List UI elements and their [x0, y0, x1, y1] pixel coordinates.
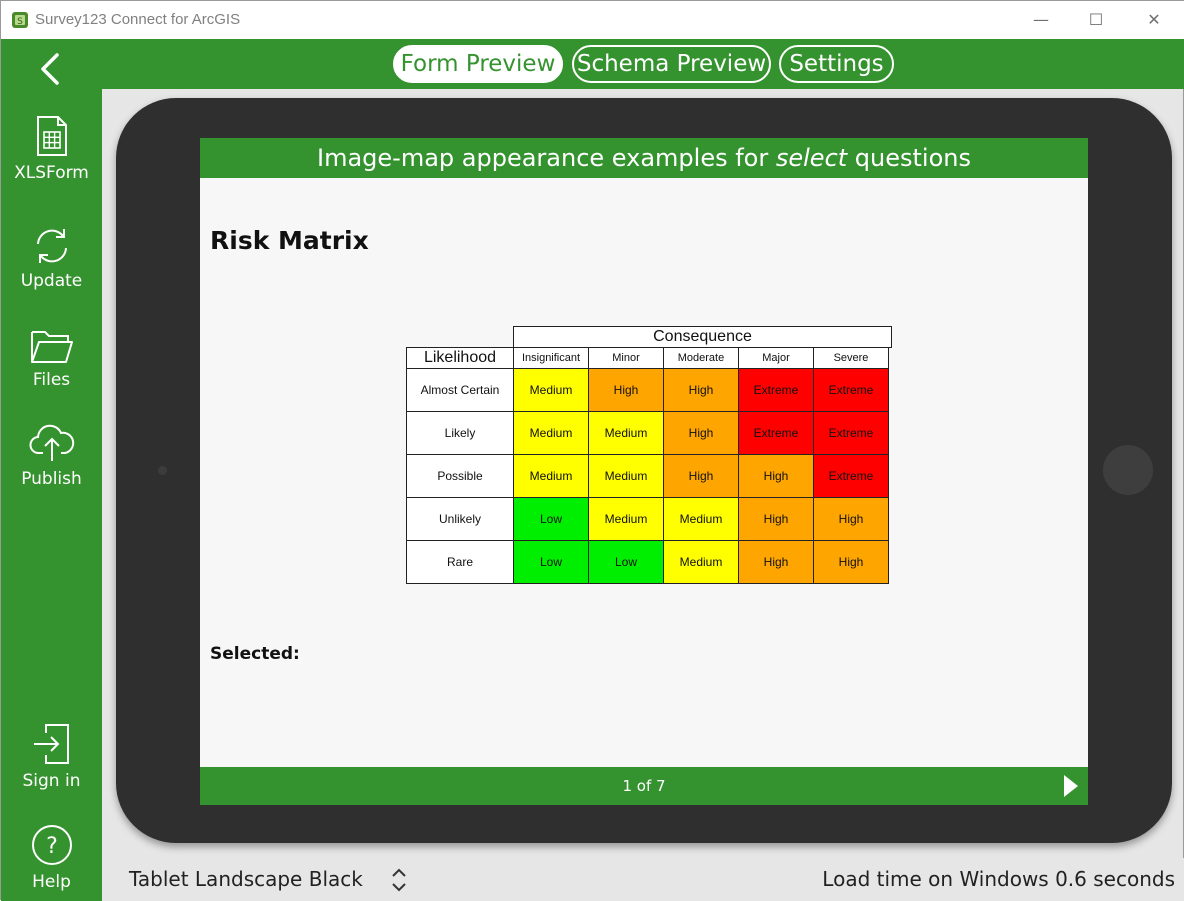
folder-icon [30, 331, 73, 363]
sidebar-label-xlsform: XLSForm [14, 163, 89, 183]
form-title-part-1: Image-map appearance examples for [317, 144, 776, 172]
risk-cell-medium[interactable]: Medium [588, 454, 664, 498]
sidebar-label-update: Update [20, 271, 83, 291]
sidebar-item-help[interactable]: ? Help [1, 824, 102, 892]
risk-cell-high[interactable]: High [813, 540, 889, 584]
next-page-icon[interactable] [1060, 773, 1082, 799]
back-arrow-icon[interactable] [31, 49, 71, 89]
sidebar-label-publish: Publish [21, 469, 82, 489]
sidebar: XLSForm Update Files Publish Sign in ? H… [1, 89, 102, 901]
risk-cell-high[interactable]: High [663, 454, 739, 498]
risk-matrix-image-map[interactable]: Consequence Likelihood Insignificant Mino… [406, 326, 892, 586]
risk-cell-extreme[interactable]: Extreme [813, 454, 889, 498]
app-window: S Survey123 Connect for ArcGIS — ☐ ✕ For… [0, 0, 1184, 901]
risk-cell-low[interactable]: Low [588, 540, 664, 584]
sidebar-label-help: Help [32, 872, 71, 892]
risk-cell-medium[interactable]: Medium [513, 411, 589, 455]
risk-cell-high[interactable]: High [738, 540, 814, 584]
risk-cell-low[interactable]: Low [513, 540, 589, 584]
risk-cell-medium[interactable]: Medium [663, 497, 739, 541]
page-indicator: 1 of 7 [622, 777, 666, 795]
svg-text:?: ? [46, 834, 58, 859]
likelihood-row-header: Rare [406, 540, 514, 584]
sidebar-label-sign-in: Sign in [22, 771, 81, 791]
tab-schema-preview[interactable]: Schema Preview [572, 45, 771, 83]
risk-cell-extreme[interactable]: Extreme [738, 411, 814, 455]
window-title: Survey123 Connect for ArcGIS [35, 11, 241, 28]
risk-cell-high[interactable]: High [738, 497, 814, 541]
risk-cell-high[interactable]: High [663, 368, 739, 412]
tab-settings[interactable]: Settings [779, 45, 894, 83]
spreadsheet-icon [36, 116, 67, 156]
risk-cell-low[interactable]: Low [513, 497, 589, 541]
likelihood-row-header: Unlikely [406, 497, 514, 541]
sidebar-item-files[interactable]: Files [1, 328, 102, 390]
close-button[interactable]: ✕ [1139, 7, 1169, 33]
consequence-column-header: Minor [588, 347, 664, 369]
device-camera [158, 466, 167, 475]
svg-text:S: S [17, 17, 23, 27]
sidebar-item-update[interactable]: Update [1, 227, 102, 291]
consequence-column-header: Major [738, 347, 814, 369]
up-down-chevron-icon[interactable] [389, 866, 409, 894]
form-title-part-2: questions [847, 144, 971, 172]
sidebar-item-publish[interactable]: Publish [1, 421, 102, 489]
risk-cell-high[interactable]: High [588, 368, 664, 412]
risk-cell-extreme[interactable]: Extreme [813, 411, 889, 455]
consequence-column-header: Insignificant [513, 347, 589, 369]
cloud-upload-icon [29, 424, 74, 461]
sidebar-item-xlsform[interactable]: XLSForm [1, 115, 102, 183]
minimize-button[interactable]: — [1026, 7, 1056, 33]
risk-cell-extreme[interactable]: Extreme [738, 368, 814, 412]
risk-cell-medium[interactable]: Medium [588, 497, 664, 541]
device-home-button [1103, 445, 1153, 495]
form-title-emphasis: select [775, 144, 848, 172]
tab-form-preview[interactable]: Form Preview [393, 45, 563, 83]
likelihood-row-header: Almost Certain [406, 368, 514, 412]
sidebar-label-files: Files [32, 370, 71, 390]
risk-cell-medium[interactable]: Medium [513, 454, 589, 498]
maximize-button[interactable]: ☐ [1081, 7, 1111, 33]
selected-label: Selected: [210, 644, 300, 664]
likelihood-row-header: Likely [406, 411, 514, 455]
consequence-header: Consequence [513, 326, 892, 348]
title-bar: S Survey123 Connect for ArcGIS — ☐ ✕ [1, 1, 1184, 39]
form-preview-screen: Image-map appearance examples for select… [200, 138, 1088, 805]
question-title: Risk Matrix [210, 226, 369, 255]
risk-cell-medium[interactable]: Medium [588, 411, 664, 455]
risk-cell-medium[interactable]: Medium [663, 540, 739, 584]
bottom-bar: Tablet Landscape Black Load time on Wind… [102, 858, 1184, 901]
sign-in-icon [33, 724, 69, 764]
consequence-column-header: Severe [813, 347, 889, 369]
form-footer: 1 of 7 [200, 767, 1088, 805]
load-time-status: Load time on Windows 0.6 seconds [822, 867, 1175, 891]
sidebar-item-sign-in[interactable]: Sign in [1, 723, 102, 791]
device-type-select[interactable]: Tablet Landscape Black [129, 867, 363, 891]
risk-cell-medium[interactable]: Medium [513, 368, 589, 412]
top-toolbar: Form Preview Schema Preview Settings [1, 39, 1184, 89]
risk-cell-extreme[interactable]: Extreme [813, 368, 889, 412]
form-title-header: Image-map appearance examples for select… [200, 138, 1088, 178]
survey123-app-icon: S [12, 12, 28, 28]
help-icon: ? [31, 825, 72, 865]
refresh-icon [36, 229, 67, 263]
likelihood-row-header: Possible [406, 454, 514, 498]
consequence-column-header: Moderate [663, 347, 739, 369]
risk-cell-high[interactable]: High [813, 497, 889, 541]
likelihood-header: Likelihood [406, 347, 514, 369]
risk-cell-high[interactable]: High [738, 454, 814, 498]
risk-cell-high[interactable]: High [663, 411, 739, 455]
